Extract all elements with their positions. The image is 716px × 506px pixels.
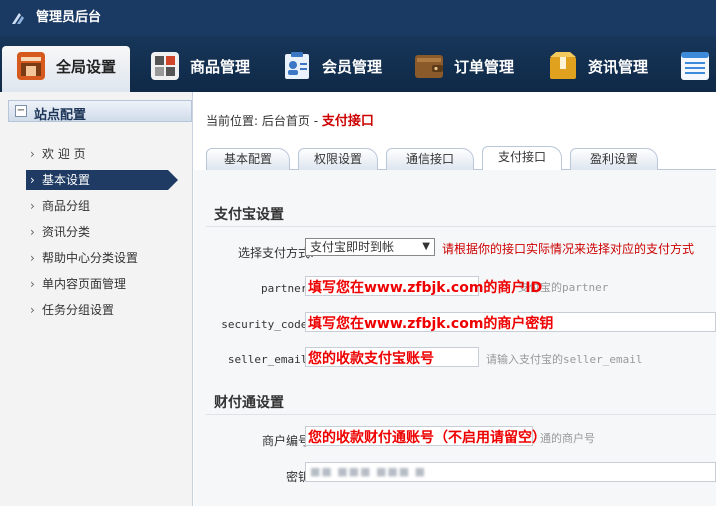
chevron-right-icon: › — [30, 173, 35, 187]
breadcrumb-home[interactable]: 后台首页 — [262, 114, 310, 128]
tab-bar: 基本配置 权限设置 通信接口 支付接口 盈利设置 — [206, 146, 716, 171]
nav-item-orders[interactable]: 订单管理 — [400, 46, 524, 92]
secret-key-input[interactable]: ■■ ■■■ ■■■ ■ — [305, 462, 716, 482]
merchant-id-annotation: 您的收款财付通账号（不启用请留空） — [308, 430, 546, 446]
payment-method-select[interactable]: 支付宝即时到帐 ▼ — [305, 238, 435, 256]
sidebar-item-product-groups[interactable]: › 商品分组 — [30, 196, 90, 216]
sidebar-item-task-groups[interactable]: › 任务分组设置 — [30, 300, 114, 320]
payment-panel: 支付宝设置 选择支付方式: 支付宝即时到帐 ▼ 请根据你的接口实际情况来选择对应… — [194, 170, 716, 506]
seller-email-label: seller_email: — [227, 353, 314, 366]
divider — [206, 226, 716, 227]
security-code-label: security_code: — [221, 318, 314, 331]
app-logo-icon — [12, 13, 24, 24]
payment-method-label: 选择支付方式: — [237, 246, 314, 260]
sidebar-item-basic-settings[interactable]: › 基本设置 — [26, 170, 178, 190]
app-title: 管理员后台 — [36, 10, 102, 25]
sidebar-item-welcome[interactable]: › 欢 迎 页 — [30, 144, 86, 164]
chevron-right-icon: › — [30, 303, 35, 317]
nav-item-products[interactable]: 商品管理 — [136, 46, 260, 92]
dropdown-arrow-icon: ▼ — [422, 241, 430, 252]
list-doc-icon — [681, 52, 709, 80]
seller-email-hint: 请输入支付宝的seller_email — [486, 353, 643, 366]
nav-item-members[interactable]: 会员管理 — [268, 46, 392, 92]
sidebar-item-help-categories[interactable]: › 帮助中心分类设置 — [30, 248, 138, 268]
sidebar: − 站点配置 › 欢 迎 页 › 基本设置 › 商品分组 › 资讯分类 › 帮助中心分类设… — [0, 92, 193, 506]
sidebar-item-news-categories[interactable]: › 资讯分类 — [30, 222, 90, 242]
chevron-right-icon: › — [30, 277, 35, 291]
settings-box-icon — [17, 52, 45, 80]
tab-payment[interactable]: 支付接口 — [482, 146, 562, 171]
tab-profit[interactable]: 盈利设置 — [570, 148, 658, 170]
security-code-annotation: 填写您在www.zfbjk.com的商户密钥 — [308, 316, 554, 332]
chevron-right-icon: › — [30, 225, 35, 239]
breadcrumb-current: 支付接口 — [321, 114, 374, 129]
wallet-icon — [415, 55, 443, 78]
collapse-icon[interactable]: − — [15, 105, 27, 117]
tab-communication[interactable]: 通信接口 — [386, 148, 474, 170]
payment-method-hint: 请根据你的接口实际情况来选择对应的支付方式 — [442, 242, 695, 256]
grid-icon — [151, 52, 179, 80]
tenpay-section-title: 财付通设置 — [214, 395, 284, 411]
merchant-id-label: 商户编号: — [261, 434, 314, 448]
sidebar-item-single-pages[interactable]: › 单内容页面管理 — [30, 274, 126, 294]
seller-email-annotation: 您的收款支付宝账号 — [308, 351, 434, 367]
chevron-right-icon: › — [30, 199, 35, 213]
chevron-right-icon: › — [30, 251, 35, 265]
breadcrumb: 当前位置: 后台首页 - 支付接口 — [206, 114, 374, 129]
member-card-icon — [285, 52, 309, 79]
tab-basic-config[interactable]: 基本配置 — [206, 148, 290, 170]
sidebar-header[interactable]: − 站点配置 — [8, 100, 192, 123]
package-icon — [550, 52, 576, 79]
secret-key-value: ■■ ■■■ ■■■ ■ — [310, 465, 427, 478]
alipay-section-title: 支付宝设置 — [214, 207, 284, 223]
partner-annotation: 填写您在www.zfbjk.com的商户ID — [308, 280, 543, 296]
secret-key-label: 密钥: — [285, 470, 314, 484]
merchant-id-hint: 通的商户号 — [540, 432, 595, 445]
tab-permissions[interactable]: 权限设置 — [298, 148, 378, 170]
nav-item-global-settings[interactable]: 全局设置 — [2, 46, 130, 92]
main-nav: 全局设置 商品管理 会员管理 订单管理 资讯管理 — [0, 36, 716, 92]
partner-label: partner: — [261, 282, 314, 295]
main-content: 当前位置: 后台首页 - 支付接口 基本配置 权限设置 通信接口 支付接口 盈利… — [194, 92, 716, 506]
title-bar: 管理员后台 — [0, 0, 716, 36]
nav-item-news[interactable]: 资讯管理 — [534, 46, 658, 92]
chevron-right-icon: › — [30, 147, 35, 161]
nav-item-more[interactable] — [666, 46, 716, 92]
divider — [206, 414, 716, 415]
